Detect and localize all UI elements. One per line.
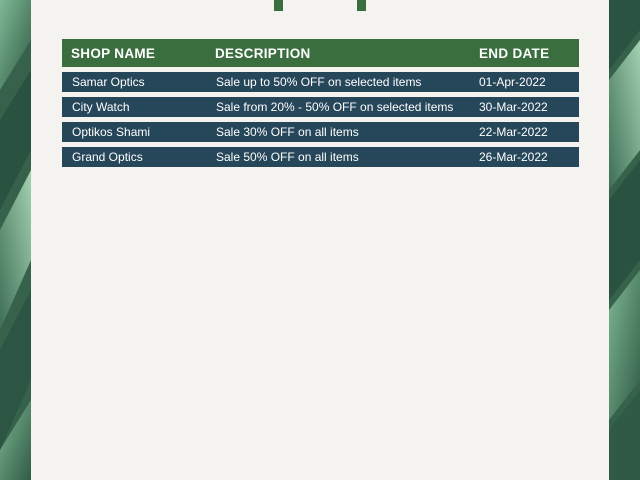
cell-end-date: 22-Mar-2022 [479,125,548,139]
cell-shop-name: City Watch [72,100,130,114]
decoration-bar-left [274,0,283,11]
cell-end-date: 01-Apr-2022 [479,75,546,89]
header-description: DESCRIPTION [215,45,311,61]
cell-description: Sale 50% OFF on all items [216,150,359,164]
cell-shop-name: Optikos Shami [72,125,151,139]
decoration-bar-right [357,0,366,11]
cell-description: Sale up to 50% OFF on selected items [216,75,422,89]
cell-shop-name: Samar Optics [72,75,145,89]
table-row: Grand Optics Sale 50% OFF on all items 2… [62,147,579,167]
cell-shop-name: Grand Optics [72,150,143,164]
sales-table: SHOP NAME DESCRIPTION END DATE Samar Opt… [62,39,579,167]
page: SHOP NAME DESCRIPTION END DATE Samar Opt… [0,0,640,480]
table-row: Samar Optics Sale up to 50% OFF on selec… [62,72,579,92]
header-shop-name: SHOP NAME [71,45,156,61]
top-decoration [274,0,366,11]
cell-description: Sale 30% OFF on all items [216,125,359,139]
header-end-date: END DATE [479,45,550,61]
cell-end-date: 30-Mar-2022 [479,100,548,114]
table-row: City Watch Sale from 20% - 50% OFF on se… [62,97,579,117]
cell-description: Sale from 20% - 50% OFF on selected item… [216,100,454,114]
table-row: Optikos Shami Sale 30% OFF on all items … [62,122,579,142]
table-header: SHOP NAME DESCRIPTION END DATE [62,39,579,67]
cell-end-date: 26-Mar-2022 [479,150,548,164]
